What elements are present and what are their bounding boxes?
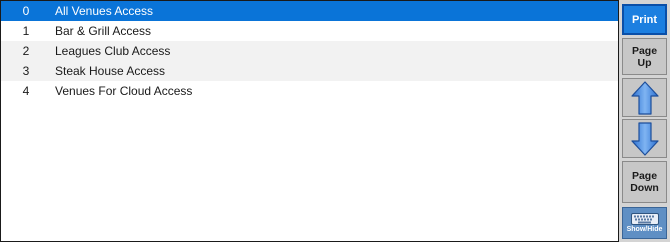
arrow-down-icon bbox=[630, 121, 659, 156]
page-up-label-line1: Page bbox=[631, 44, 658, 57]
print-button[interactable]: Print bbox=[622, 4, 667, 35]
row-name: Bar & Grill Access bbox=[55, 24, 152, 38]
print-label: Print bbox=[631, 13, 658, 26]
page-up-label-line2: Up bbox=[637, 56, 652, 69]
page-up-button[interactable]: Page Up bbox=[622, 38, 667, 75]
keyboard-icon bbox=[630, 212, 659, 225]
list-row-2[interactable]: 2 Leagues Club Access bbox=[1, 41, 618, 61]
row-number: 0 bbox=[22, 4, 30, 18]
page-down-label-line2: Down bbox=[630, 182, 659, 194]
page-down-label-line1: Page bbox=[631, 170, 658, 182]
page-down-button[interactable]: Page Down bbox=[622, 161, 667, 203]
row-name: Venues For Cloud Access bbox=[55, 84, 193, 98]
row-name: All Venues Access bbox=[55, 4, 154, 18]
show-hide-keyboard-button[interactable]: Show/Hide bbox=[622, 207, 667, 239]
list-row-4[interactable]: 4 Venues For Cloud Access bbox=[1, 81, 618, 101]
arrow-up-icon bbox=[630, 80, 659, 115]
show-hide-label: Show/Hide bbox=[626, 225, 663, 233]
row-number: 2 bbox=[22, 44, 30, 58]
row-number: 4 bbox=[22, 84, 30, 98]
row-name: Steak House Access bbox=[55, 64, 166, 78]
list-row-3[interactable]: 3 Steak House Access bbox=[1, 61, 618, 81]
list-row-1[interactable]: 1 Bar & Grill Access bbox=[1, 21, 618, 41]
side-toolbar: Print Page Up Page Down Show/Hide bbox=[619, 0, 670, 242]
scroll-up-button[interactable] bbox=[622, 78, 667, 117]
row-name: Leagues Club Access bbox=[55, 44, 171, 58]
row-number: 3 bbox=[22, 64, 30, 78]
access-list: 0 All Venues Access 1 Bar & Grill Access… bbox=[0, 0, 619, 242]
row-number: 1 bbox=[22, 24, 30, 38]
list-row-0[interactable]: 0 All Venues Access bbox=[1, 1, 618, 21]
scroll-down-button[interactable] bbox=[622, 119, 667, 158]
